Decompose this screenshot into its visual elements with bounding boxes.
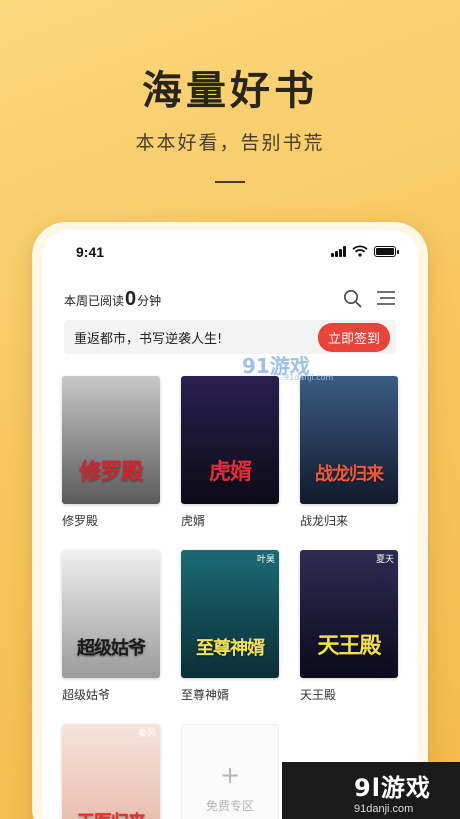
- book-title: 修罗殿: [62, 514, 99, 528]
- battery-icon: [374, 245, 399, 257]
- search-icon: [343, 289, 361, 307]
- cover-title: 战龙归来: [315, 464, 384, 485]
- status-icons: [331, 245, 399, 257]
- reading-prefix: 本周已阅读: [64, 294, 125, 308]
- wifi-icon: [352, 245, 368, 257]
- book-card[interactable]: 叶昊 至尊神婿 至尊神婿: [181, 550, 279, 703]
- book-title: 超级姑爷: [62, 688, 111, 702]
- status-time: 9:41: [76, 244, 105, 260]
- cover-author-tag: 叶昊: [256, 555, 275, 565]
- free-zone-label: 免费专区: [205, 798, 254, 813]
- watermark-corner: 9l游戏 91danji.com: [282, 762, 460, 819]
- book-card[interactable]: 战龙归来 战龙归来: [300, 376, 398, 529]
- cover-title: 超级姑爷: [77, 638, 146, 659]
- book-cover: 超级姑爷: [62, 550, 160, 678]
- promo-subline: 本本好看，告别书荒: [135, 132, 325, 154]
- book-title: 虎婿: [181, 514, 206, 528]
- watermark-corner-url: 91danji.com: [354, 803, 414, 815]
- cover-title: 虎婿: [208, 459, 252, 485]
- book-title: 战龙归来: [300, 514, 349, 528]
- book-cover: 夏天 天王殿: [300, 550, 398, 678]
- book-card[interactable]: 修罗殿 修罗殿: [62, 376, 160, 529]
- menu-list-icon: [377, 291, 395, 305]
- book-card[interactable]: 超级姑爷 超级姑爷: [62, 550, 160, 703]
- phone-screen: 9:41 本周已阅读 0 分钟 重返都市，书写逆袭人生! 立即签到 修罗殿 修罗…: [42, 230, 418, 819]
- search-button[interactable]: [342, 288, 362, 308]
- promo-divider: [215, 181, 245, 183]
- watermark-center-url: 91danji.com: [284, 373, 334, 382]
- cover-author-tag: 秦风: [137, 729, 156, 739]
- book-cover: 虎婿: [181, 376, 279, 504]
- free-zone-card[interactable]: + 免费专区: [181, 724, 279, 819]
- plus-icon: +: [219, 760, 241, 789]
- cellular-signal-icon: [331, 245, 346, 257]
- checkin-button[interactable]: 立即签到: [317, 322, 390, 352]
- banner-text: 重返都市，书写逆袭人生!: [74, 331, 223, 347]
- book-cover: 叶昊 至尊神婿: [181, 550, 279, 678]
- book-card[interactable]: 秦风 天医归来: [62, 724, 160, 819]
- book-cover: 战龙归来: [300, 376, 398, 504]
- reading-count: 0: [125, 288, 137, 310]
- cover-title: 至尊神婿: [196, 638, 265, 659]
- cover-title: 天医归来: [62, 808, 160, 819]
- cover-title: 天王殿: [317, 633, 381, 659]
- book-cover: 秦风 天医归来: [62, 724, 160, 819]
- cover-title: 修罗殿: [79, 459, 143, 485]
- promo-banner[interactable]: 重返都市，书写逆袭人生! 立即签到: [64, 320, 396, 354]
- book-card[interactable]: 夏天 天王殿 天王殿: [300, 550, 398, 703]
- top-actions: [342, 288, 396, 308]
- cover-author-tag: 夏天: [375, 555, 394, 565]
- menu-button[interactable]: [376, 288, 396, 308]
- watermark-corner-main: 9l游戏: [354, 774, 431, 802]
- book-card[interactable]: 虎婿 虎婿: [181, 376, 279, 529]
- weekly-reading: 本周已阅读 0 分钟: [64, 288, 161, 311]
- book-title: 天王殿: [300, 688, 337, 702]
- book-cover: 修罗殿: [62, 376, 160, 504]
- book-title: 至尊神婿: [181, 688, 230, 702]
- promo-headline: 海量好书: [142, 67, 318, 114]
- reading-unit: 分钟: [137, 294, 162, 308]
